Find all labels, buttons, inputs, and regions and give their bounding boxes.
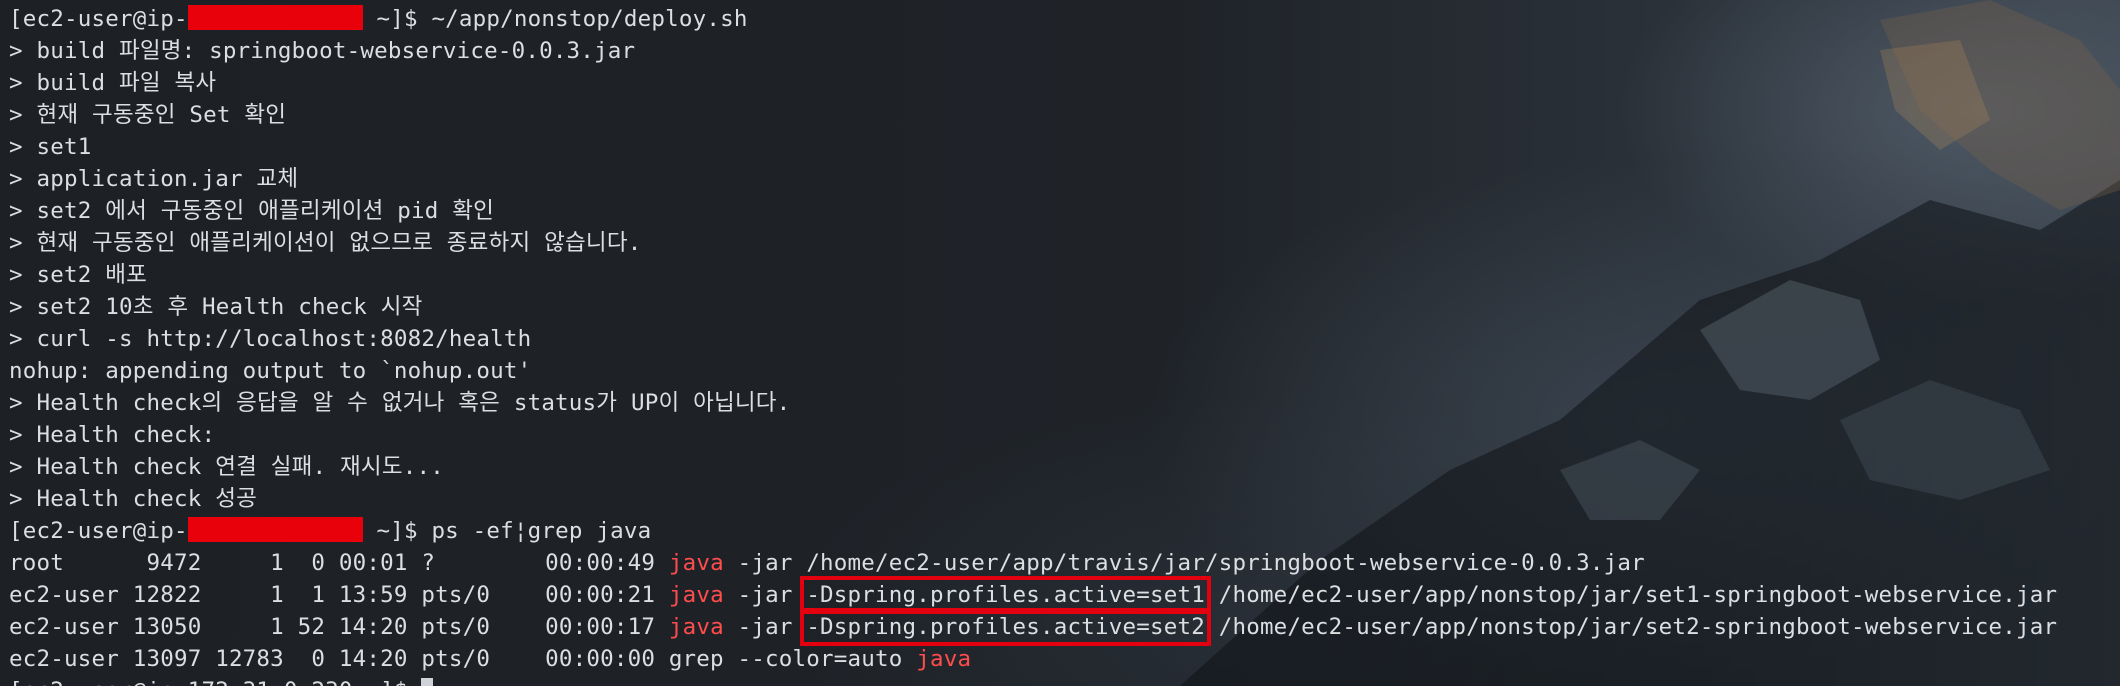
process-fields: ec2-user 13050 1 52 14:20 pts/0 00:00:17 <box>9 614 669 640</box>
process-fields: ec2-user 13097 12783 0 14:20 pts/0 00:00… <box>9 646 917 672</box>
output-line: > 현재 구동중인 Set 확인 <box>9 102 287 128</box>
java-match: java <box>668 614 724 640</box>
prompt-line-ps: [ec2-user@ip- ~]$ ps -ef¦grep java <box>9 515 2114 547</box>
output-line: > Health check 성공 <box>9 486 257 512</box>
command-text: ps -ef¦grep java <box>431 518 652 544</box>
process-fields: ec2-user 12822 1 1 13:59 pts/0 00:00:21 <box>9 582 669 608</box>
process-path: /home/ec2-user/app/travis/jar/springboot… <box>806 550 1645 576</box>
output-line: > Health check 연결 실패. 재시도... <box>9 454 444 480</box>
process-row: ec2-user 13097 12783 0 14:20 pts/0 00:00… <box>9 643 2114 675</box>
process-path: /home/ec2-user/app/nonstop/jar/set1-spri… <box>1204 582 2058 608</box>
output-line: > Health check의 응답을 알 수 없거나 혹은 status가 U… <box>9 390 791 416</box>
output-line: > build 파일명: springboot-webservice-0.0.3… <box>9 38 636 64</box>
active-profile-highlight: -Dspring.profiles.active=set1 <box>800 576 1211 614</box>
output-line: > set2 배포 <box>9 262 148 288</box>
terminal-output[interactable]: [ec2-user@ip- ~]$ ~/app/nonstop/deploy.s… <box>9 3 2114 686</box>
process-args: -jar <box>723 550 807 576</box>
java-match: java <box>916 646 972 672</box>
prompt-line-deploy: [ec2-user@ip- ~]$ ~/app/nonstop/deploy.s… <box>9 3 2114 35</box>
process-args: -jar <box>723 582 807 608</box>
prompt-suffix: ~]$ <box>362 518 432 544</box>
output-line: > set1 <box>9 134 92 160</box>
output-line: > application.jar 교체 <box>9 166 299 192</box>
process-path: /home/ec2-user/app/nonstop/jar/set2-spri… <box>1204 614 2058 640</box>
prompt-line-current[interactable]: [ec2-user@ip-172-31-0-230 ~]$ <box>9 675 2114 686</box>
process-fields: root 9472 1 0 00:01 ? 00:00:49 <box>9 550 669 576</box>
prompt-text: [ec2-user@ip-172-31-0-230 ~]$ <box>9 678 421 686</box>
redacted-hostname <box>187 5 363 30</box>
java-match: java <box>668 550 724 576</box>
process-row: ec2-user 12822 1 1 13:59 pts/0 00:00:21 … <box>9 576 2114 614</box>
command-text: ~/app/nonstop/deploy.sh <box>431 6 748 32</box>
output-line: > Health check: <box>9 422 216 448</box>
java-match: java <box>668 582 724 608</box>
prompt-user: [ec2-user@ip- <box>9 518 188 544</box>
output-line: > build 파일 복사 <box>9 70 217 96</box>
output-line: > 현재 구동중인 애플리케이션이 없으므로 종료하지 않습니다. <box>9 230 642 256</box>
output-line: nohup: appending output to `nohup.out' <box>9 358 532 384</box>
output-line: > set2 10초 후 Health check 시작 <box>9 294 423 320</box>
prompt-suffix: ~]$ <box>362 6 432 32</box>
output-line: > curl -s http://localhost:8082/health <box>9 326 532 352</box>
output-line: > set2 에서 구동중인 애플리케이션 pid 확인 <box>9 198 495 224</box>
process-args: -jar <box>723 614 807 640</box>
active-profile-highlight: -Dspring.profiles.active=set2 <box>800 608 1211 646</box>
redacted-hostname <box>187 517 363 542</box>
process-row: ec2-user 13050 1 52 14:20 pts/0 00:00:17… <box>9 608 2114 646</box>
text-cursor[interactable] <box>421 678 434 686</box>
prompt-user: [ec2-user@ip- <box>9 6 188 32</box>
process-row: root 9472 1 0 00:01 ? 00:00:49 java -jar… <box>9 547 2114 579</box>
